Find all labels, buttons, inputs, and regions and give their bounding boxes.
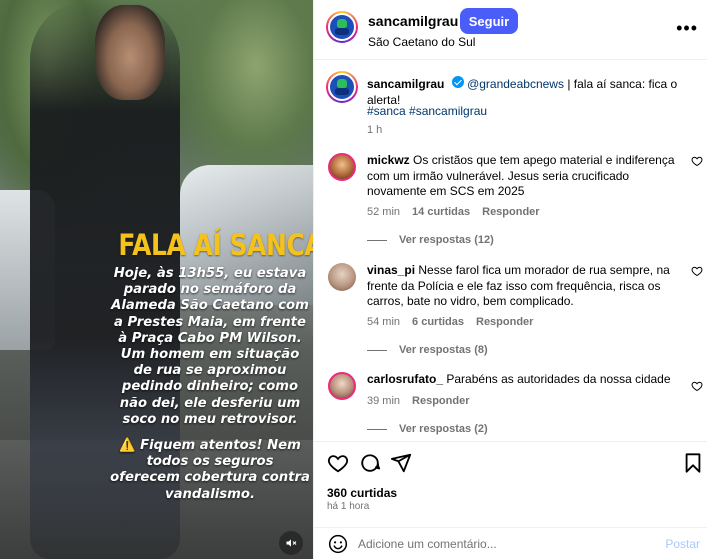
view-replies-button[interactable]: Ver respostas (2)	[367, 423, 488, 435]
view-replies-label: Ver respostas (12)	[399, 234, 494, 246]
post-media[interactable]: FALA AÍ SANCA Hoje, às 13h55, eu estava …	[0, 0, 313, 559]
comment-bubble-icon[interactable]	[359, 452, 381, 474]
replies-line	[367, 239, 387, 241]
caption-mention[interactable]: @grandeabcnews	[467, 77, 564, 91]
comment-time: 54 min	[367, 316, 401, 328]
overlay-body: Hoje, às 13h55, eu estava parado no semá…	[111, 266, 309, 427]
media-overlay-text: FALA AÍ SANCA Hoje, às 13h55, eu estava …	[110, 228, 313, 503]
warning-icon: ⚠️	[119, 438, 136, 454]
comment-body: Parabéns as autoridades da nossa cidade	[446, 372, 671, 386]
post-side-panel: sancamilgrau • Seguir São Caetano do Sul…	[313, 0, 707, 559]
comment-input[interactable]	[358, 534, 648, 554]
replies-line	[367, 349, 387, 351]
comment-meta: 54 min 6 curtidas Responder	[367, 316, 533, 328]
overlay-warning: ⚠️ Fiquem atentos! Nem todos os seguros …	[110, 438, 310, 503]
caption-time: 1 h	[367, 124, 383, 136]
comment-meta: 39 min Responder	[367, 395, 470, 407]
post-likes-count[interactable]: 360 curtidas	[327, 486, 397, 500]
commenter-avatar[interactable]	[328, 153, 356, 181]
post-actions-bar	[314, 441, 707, 481]
replies-line	[367, 428, 387, 430]
verified-badge-icon	[451, 76, 464, 88]
more-horizontal-icon[interactable]: •••	[676, 18, 698, 39]
comment-like-heart-icon[interactable]	[691, 380, 703, 392]
comment-time: 39 min	[367, 395, 401, 407]
comment-time: 52 min	[367, 206, 401, 218]
comment-like-heart-icon[interactable]	[691, 155, 703, 167]
add-comment-bar: Postar	[314, 527, 707, 559]
comment-username[interactable]: vinas_pi	[367, 263, 415, 277]
comment-text: mickwz Os cristãos que tem apego materia…	[367, 153, 682, 200]
view-replies-button[interactable]: Ver respostas (12)	[367, 234, 494, 246]
comment-text: vinas_pi Nesse farol fica um morador de …	[367, 263, 682, 310]
caption-avatar-image	[328, 73, 356, 101]
like-heart-icon[interactable]	[327, 452, 349, 474]
comment-username[interactable]: mickwz	[367, 153, 410, 167]
commenter-avatar[interactable]	[328, 372, 356, 400]
caption-username[interactable]: sancamilgrau	[367, 77, 444, 91]
comment-likes[interactable]: 14 curtidas	[412, 206, 470, 218]
caption-avatar[interactable]	[326, 71, 358, 103]
reply-button[interactable]: Responder	[482, 206, 539, 218]
overlay-warning-text: Fiquem atentos! Nem todos os seguros ofe…	[110, 438, 310, 502]
follow-button[interactable]: Seguir	[460, 8, 518, 34]
view-replies-label: Ver respostas (2)	[399, 423, 488, 435]
commenter-avatar[interactable]	[328, 263, 356, 291]
post-location[interactable]: São Caetano do Sul	[368, 35, 475, 49]
post-time-ago: há 1 hora	[327, 501, 370, 512]
comment-meta: 52 min 14 curtidas Responder	[367, 206, 540, 218]
author-avatar-image	[328, 13, 356, 41]
person-head	[95, 5, 165, 100]
background-tree-right	[170, 0, 313, 190]
post-comment-button[interactable]: Postar	[665, 537, 700, 551]
caption-hashtags[interactable]: #sanca #sancamilgrau	[367, 104, 487, 118]
view-replies-label: Ver respostas (8)	[399, 344, 488, 356]
comment-body: Os cristãos que tem apego material e ind…	[367, 153, 675, 198]
comments-scroll-area[interactable]: sancamilgrau @grandeabcnews | fala aí sa…	[314, 61, 707, 441]
speaker-muted-icon	[286, 539, 297, 547]
comment-username[interactable]: carlosrufato_	[367, 372, 443, 386]
overlay-title: FALA AÍ SANCA	[118, 228, 313, 262]
mute-button[interactable]	[279, 531, 303, 555]
emoji-icon[interactable]	[328, 534, 348, 554]
comment-likes[interactable]: 6 curtidas	[412, 316, 464, 328]
post-header: sancamilgrau • Seguir São Caetano do Sul…	[314, 0, 707, 60]
comment-like-heart-icon[interactable]	[691, 265, 703, 277]
view-replies-button[interactable]: Ver respostas (8)	[367, 344, 488, 356]
share-send-icon[interactable]	[390, 452, 412, 474]
author-avatar[interactable]	[326, 11, 358, 43]
save-bookmark-icon[interactable]	[682, 452, 704, 474]
comment-text: carlosrufato_ Parabéns as autoridades da…	[367, 372, 682, 388]
header-username[interactable]: sancamilgrau	[368, 13, 458, 29]
reply-button[interactable]: Responder	[476, 316, 533, 328]
reply-button[interactable]: Responder	[412, 395, 469, 407]
